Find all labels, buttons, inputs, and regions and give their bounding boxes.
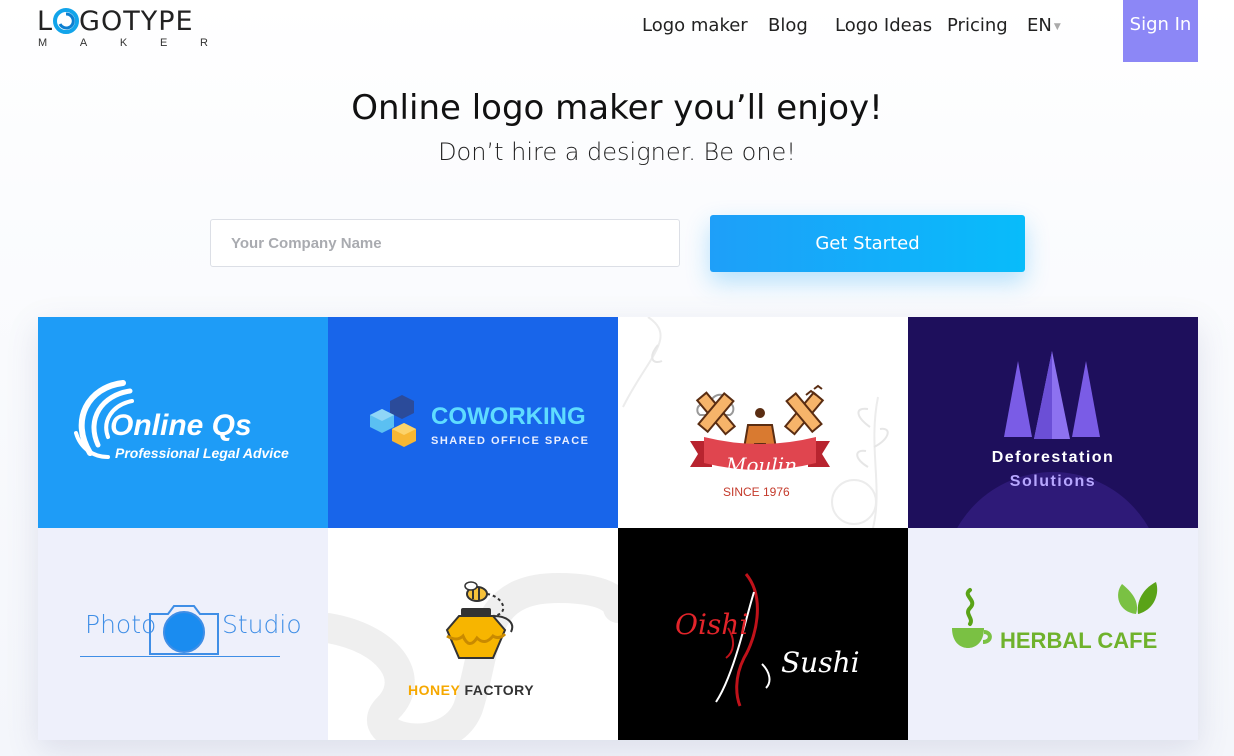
logo-name: COWORKING — [431, 403, 586, 430]
hero-title: Online logo maker you’ll enjoy! — [351, 88, 883, 128]
logo-examples-grid: Online Qs Professional Legal Advice COWO… — [38, 317, 1198, 740]
logo-wordmark: HONEY FACTORY — [408, 682, 534, 698]
nav-blog[interactable]: Blog — [768, 13, 808, 39]
logo-tile-deforestation[interactable]: Deforestation Solutions — [908, 317, 1198, 528]
logo-name: Oishi — [675, 608, 749, 641]
logo-name-secondary: FACTORY — [464, 682, 535, 698]
logo-swirl-icon — [53, 8, 80, 34]
logo-tagline: Professional Legal Advice — [115, 445, 289, 461]
logo-tagline: SHARED OFFICE SPACE — [431, 435, 590, 447]
logo-tile-herbal-cafe[interactable]: HERBAL CAFE — [908, 528, 1198, 740]
company-name-input[interactable] — [210, 219, 680, 267]
logo-name-secondary: Studio — [222, 610, 302, 639]
pine-trees-icon — [1004, 351, 1100, 439]
nav-logo-ideas[interactable]: Logo Ideas — [835, 13, 932, 39]
logo-name-secondary: Sushi — [781, 646, 860, 679]
chevron-down-icon: ▼ — [1053, 22, 1061, 32]
steaming-cup-leaves-icon — [952, 588, 992, 648]
nav-pricing[interactable]: Pricing — [947, 13, 1008, 39]
logo-tagline: Solutions — [1009, 473, 1097, 490]
logo-name: HONEY — [408, 682, 461, 698]
logo-tile-honey-factory[interactable]: HONEY FACTORY — [328, 528, 618, 740]
logo-name: Online Qs — [110, 409, 252, 442]
logo-wordmark: L GOTYPE — [37, 6, 194, 37]
hero-subtitle: Don’t hire a designer. Be one! — [438, 138, 796, 166]
logo-tile-coworking[interactable]: COWORKING SHARED OFFICE SPACE — [328, 317, 618, 528]
logo-tile-online-qs[interactable]: Online Qs Professional Legal Advice — [38, 317, 328, 528]
logo-tile-oishi-sushi[interactable]: Oishi Sushi — [618, 528, 908, 740]
camera-icon — [149, 605, 219, 655]
logo-name: Deforestation — [991, 449, 1115, 466]
logo-subtitle: M A K E R — [38, 37, 208, 49]
underline — [80, 656, 280, 657]
sign-in-button[interactable]: Sign In — [1123, 0, 1198, 62]
language-selector[interactable]: EN ▼ — [1027, 13, 1061, 39]
logo-tagline: SINCE 1976 — [723, 485, 790, 499]
logo-name: Moulin — [726, 453, 798, 477]
logo-name: HERBAL CAFE — [1000, 628, 1158, 653]
site-logo[interactable]: L GOTYPE M A K E R — [37, 7, 212, 52]
logo-tile-photo-studio[interactable]: Photo Studio — [38, 528, 328, 740]
leaves-icon — [1118, 582, 1158, 614]
nav-logo-maker[interactable]: Logo maker — [642, 13, 748, 39]
get-started-button[interactable]: Get Started — [710, 215, 1025, 272]
honey-jar-bee-icon — [445, 581, 514, 659]
logo-tile-moulin[interactable]: Moulin SINCE 1976 — [618, 317, 908, 528]
hexagon-stack-icon — [370, 395, 416, 447]
